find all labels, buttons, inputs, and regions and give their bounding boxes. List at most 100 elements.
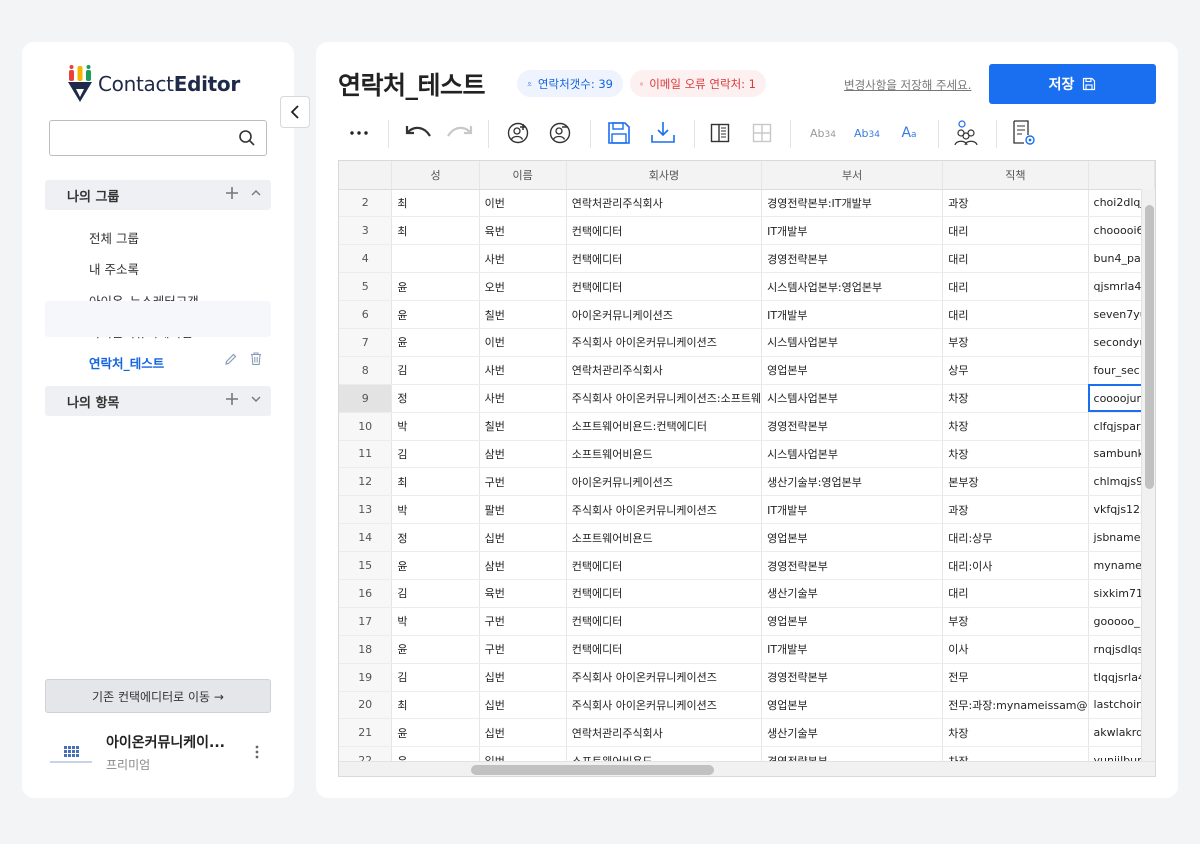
table-cell[interactable]: 대리 [942, 272, 1089, 302]
more-vertical-icon[interactable] [252, 744, 262, 760]
table-cell[interactable]: 윤 [391, 635, 480, 664]
vertical-scrollbar[interactable] [1141, 189, 1155, 761]
row-number-cell[interactable]: 4 [339, 244, 393, 274]
table-cell[interactable]: 시스템사업본부 [761, 328, 944, 357]
table-cell[interactable]: 생산기술부:영업본부 [761, 467, 944, 497]
table-cell[interactable]: 칠번 [479, 300, 567, 329]
collapse-sidebar-button[interactable] [280, 96, 310, 128]
sidebar-item-all-groups[interactable]: 전체 그룹 [89, 228, 139, 247]
row-number-cell[interactable]: 9 [339, 384, 393, 413]
horizontal-scroll-thumb[interactable] [471, 765, 714, 775]
table-cell[interactable]: 컨택에디터 [566, 635, 763, 664]
table-cell[interactable]: 대리 [942, 579, 1089, 608]
table-cell[interactable]: 전무:과장:mynameissam@ [942, 691, 1089, 720]
download-button[interactable] [646, 118, 680, 148]
table-cell[interactable]: 과장 [942, 189, 1089, 218]
table-row[interactable]: 20 최 십번 주식회사 아이온커뮤니케이션즈 영업본부 전무:과장:mynameissa… [339, 691, 1155, 720]
search-input[interactable] [49, 120, 267, 156]
table-cell[interactable]: 이번 [479, 189, 567, 218]
table-cell[interactable]: 연락처관리주식회사 [566, 189, 763, 218]
table-row[interactable]: 9 정 사번 주식회사 아이온커뮤니케이션즈:소프트웨 시스템사업본부 차장 cooooju… [339, 384, 1155, 413]
column-header[interactable]: 이름 [479, 161, 567, 190]
row-number-cell[interactable]: 12 [339, 467, 393, 497]
contacts-grid[interactable]: 성 이름 회사명 부서 직책 2 최 이번 연락처관리주식회사 경영전략본부:IT개발부 과장 ch… [338, 160, 1156, 777]
column-header[interactable]: 직책 [942, 161, 1089, 190]
table-row[interactable]: 13 박 팔번 주식회사 아이온커뮤니케이션즈 IT개발부 과장 vkfqjs123 [339, 495, 1155, 525]
table-cell[interactable]: 아이온커뮤니케이션즈 [566, 467, 763, 497]
row-number-cell[interactable]: 2 [339, 189, 393, 218]
group-settings-button[interactable] [948, 118, 984, 148]
table-cell[interactable]: 십번 [479, 523, 567, 553]
table-row[interactable]: 10 박 칠번 소프트웨어비욘드:컨택에디터 경영전략본부 차장 clfqjspark [339, 412, 1155, 441]
add-item-icon[interactable] [225, 392, 239, 406]
table-cell[interactable]: 영업본부 [761, 607, 944, 636]
table-cell[interactable]: 차장 [942, 412, 1089, 441]
table-cell[interactable]: 영업본부 [761, 523, 944, 553]
table-row[interactable]: 17 박 구번 컨택에디터 영업본부 부장 gooooo_ [339, 607, 1155, 636]
table-cell[interactable]: 김 [391, 356, 480, 385]
row-number-cell[interactable]: 14 [339, 523, 393, 553]
redo-button[interactable] [442, 118, 478, 148]
table-cell[interactable]: 컨택에디터 [566, 272, 763, 302]
column-header[interactable] [339, 161, 393, 190]
row-number-cell[interactable]: 7 [339, 328, 393, 357]
table-cell[interactable]: 전무 [942, 663, 1089, 692]
table-cell[interactable]: 주식회사 아이온커뮤니케이션즈 [566, 495, 763, 525]
column-header[interactable]: 성 [391, 161, 480, 190]
table-cell[interactable]: 대리 [942, 244, 1089, 274]
table-cell[interactable]: 생산기술부 [761, 579, 944, 608]
add-group-icon[interactable] [225, 186, 239, 200]
table-cell[interactable]: 대리 [942, 300, 1089, 329]
table-cell[interactable]: 윤 [391, 328, 480, 357]
table-cell[interactable]: 주식회사 아이온커뮤니케이션즈 [566, 663, 763, 692]
table-cell[interactable]: 소프트웨어비욘드 [566, 440, 763, 469]
table-cell[interactable]: IT개발부 [761, 216, 944, 246]
table-cell[interactable]: 박 [391, 607, 480, 636]
table-cell[interactable]: 컨택에디터 [566, 216, 763, 246]
table-cell[interactable]: 본부장 [942, 467, 1089, 497]
table-cell[interactable]: 영업본부 [761, 691, 944, 720]
save-hint-link[interactable]: 변경사항을 저장해 주세요. [844, 77, 971, 93]
row-number-cell[interactable]: 3 [339, 216, 393, 246]
account-panel[interactable]: 아이온커뮤니케이... 프리미엄 [22, 720, 272, 796]
table-cell[interactable]: 영업본부 [761, 356, 944, 385]
table-cell[interactable]: IT개발부 [761, 635, 944, 664]
column-header[interactable]: 회사명 [566, 161, 763, 190]
table-cell[interactable]: 십번 [479, 663, 567, 692]
table-cell[interactable]: 오번 [479, 272, 567, 302]
table-cell[interactable]: 김 [391, 440, 480, 469]
table-cell[interactable]: IT개발부 [761, 495, 944, 525]
table-cell[interactable]: 십번 [479, 718, 567, 748]
row-number-cell[interactable]: 10 [339, 412, 393, 441]
table-cell[interactable]: 윤 [391, 300, 480, 329]
row-number-cell[interactable]: 13 [339, 495, 393, 525]
table-cell[interactable]: 시스템사업본부 [761, 384, 944, 413]
field-settings-button[interactable] [1006, 118, 1042, 148]
table-cell[interactable]: 삼번 [479, 440, 567, 469]
move-to-legacy-button[interactable]: 기존 컨택에디터로 이동 → [45, 679, 271, 713]
row-number-cell[interactable]: 17 [339, 607, 393, 636]
app-logo[interactable]: ContactEditor [68, 62, 240, 106]
table-cell[interactable]: 차장 [942, 718, 1089, 748]
font-smaller-button[interactable]: Ab34 [804, 118, 842, 148]
column-view-button[interactable] [704, 118, 736, 148]
table-cell[interactable] [391, 244, 480, 274]
table-cell[interactable]: 최 [391, 467, 480, 497]
table-cell[interactable]: 경영전략본부 [761, 551, 944, 580]
table-cell[interactable]: 경영전략본부 [761, 663, 944, 692]
search-field[interactable] [58, 121, 238, 155]
row-number-cell[interactable]: 20 [339, 691, 393, 720]
table-cell[interactable]: 컨택에디터 [566, 607, 763, 636]
pencil-icon[interactable] [224, 352, 238, 366]
table-row[interactable]: 15 윤 삼번 컨택에디터 경영전략본부 대리:이사 mynamei [339, 551, 1155, 580]
row-number-cell[interactable]: 16 [339, 579, 393, 608]
table-row[interactable]: 12 최 구번 아이온커뮤니케이션즈 생산기술부:영업본부 본부장 chlmqjs9 [339, 467, 1155, 497]
vertical-scroll-thumb[interactable] [1145, 205, 1154, 489]
table-cell[interactable]: 윤 [391, 718, 480, 748]
table-cell[interactable]: 윤 [391, 272, 480, 302]
table-cell[interactable]: 상무 [942, 356, 1089, 385]
table-cell[interactable]: 시스템사업본부 [761, 440, 944, 469]
row-number-cell[interactable]: 6 [339, 300, 393, 329]
table-cell[interactable]: 박 [391, 495, 480, 525]
row-number-cell[interactable]: 11 [339, 440, 393, 469]
